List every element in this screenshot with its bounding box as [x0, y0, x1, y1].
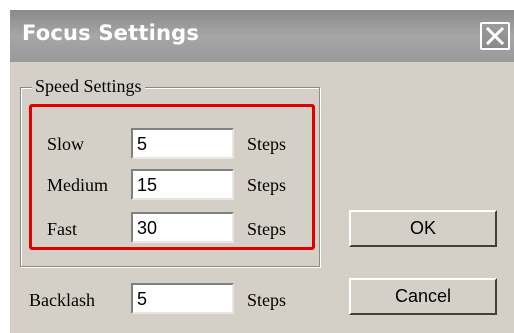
fast-steps-input[interactable]: 30: [131, 212, 234, 243]
speed-settings-legend: Speed Settings: [32, 76, 145, 97]
cancel-button[interactable]: Cancel: [349, 278, 497, 315]
slow-steps-input[interactable]: 5: [131, 128, 234, 159]
fast-unit-label: Steps: [247, 219, 287, 239]
backlash-unit-label: Steps: [247, 290, 287, 310]
close-icon: [486, 27, 504, 45]
window-title: Focus Settings: [22, 21, 200, 45]
title-bar[interactable]: Focus Settings: [10, 10, 514, 62]
ok-button[interactable]: OK: [349, 210, 497, 247]
slow-label: Slow: [47, 134, 85, 154]
backlash-steps-input[interactable]: 5: [131, 283, 234, 314]
medium-label: Medium: [47, 175, 108, 195]
backlash-label: Backlash: [29, 290, 95, 310]
medium-unit-label: Steps: [247, 175, 287, 195]
fast-label: Fast: [47, 219, 78, 239]
medium-steps-input[interactable]: 15: [131, 169, 234, 200]
close-button[interactable]: [480, 22, 510, 50]
slow-unit-label: Steps: [247, 134, 287, 154]
